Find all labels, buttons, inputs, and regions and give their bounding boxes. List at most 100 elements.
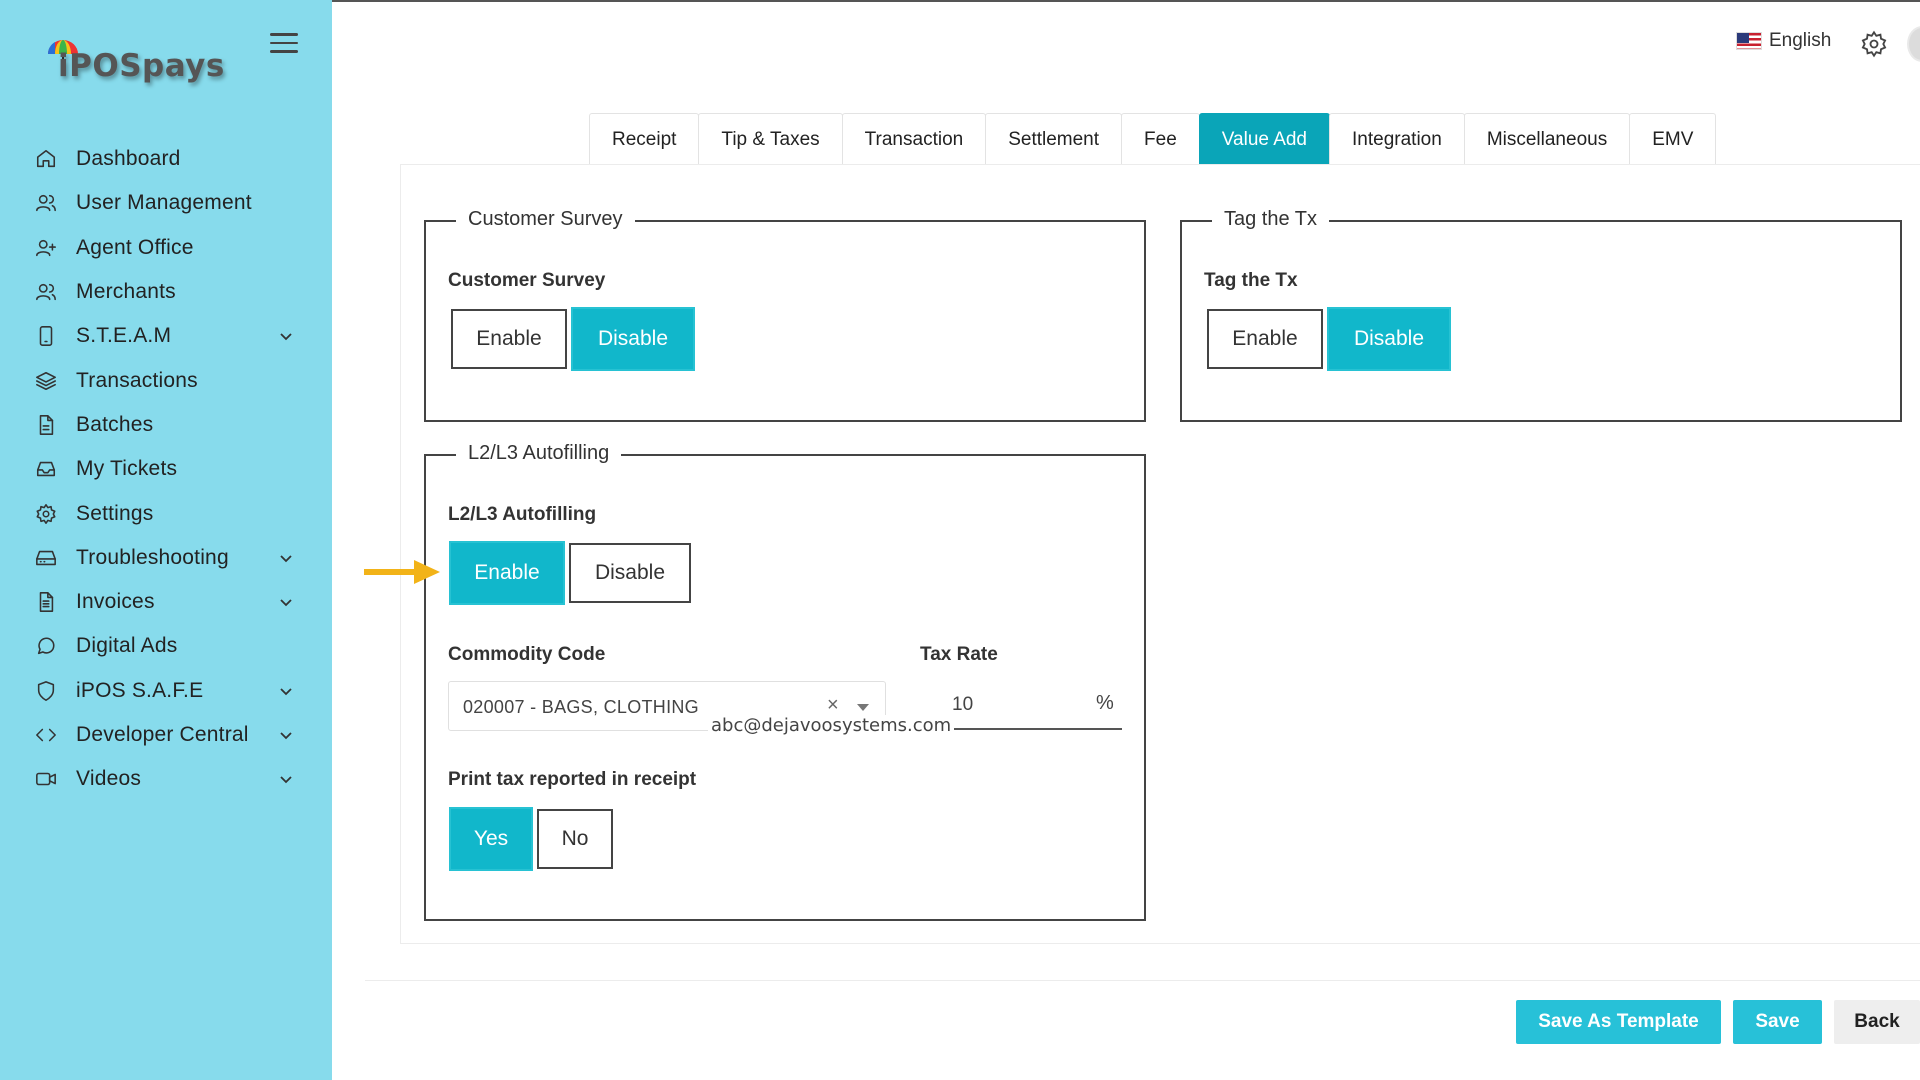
chevron-down-icon[interactable]	[278, 550, 294, 566]
logo-text: iPOSpays	[58, 48, 225, 84]
chevron-down-icon[interactable]	[278, 328, 294, 344]
settings-tabs: Receipt Tip & Taxes Transaction Settleme…	[589, 113, 1717, 165]
tag-the-tx-disable-button[interactable]: Disable	[1329, 309, 1449, 369]
home-icon	[34, 147, 58, 171]
sidebar-item-label: Troubleshooting	[76, 545, 229, 569]
customer-survey-label: Customer Survey	[448, 270, 606, 291]
users-icon	[34, 191, 58, 215]
tab-value-add[interactable]: Value Add	[1198, 113, 1331, 165]
logo[interactable]: iPOSpays	[46, 38, 226, 88]
avatar[interactable]	[1907, 26, 1920, 62]
customer-survey-disable-button[interactable]: Disable	[573, 309, 693, 369]
commodity-code-label: Commodity Code	[448, 644, 606, 665]
sidebar-item-dashboard[interactable]: Dashboard	[0, 137, 332, 181]
layers-icon	[34, 369, 58, 393]
tab-receipt[interactable]: Receipt	[589, 113, 700, 165]
sidebar-item-label: Developer Central	[76, 723, 249, 746]
sidebar-item-developer-central[interactable]: Developer Central	[0, 713, 332, 757]
print-tax-label: Print tax reported in receipt	[448, 769, 697, 790]
settings-gear-icon[interactable]	[1860, 30, 1888, 58]
customer-survey-enable-button[interactable]: Enable	[451, 309, 567, 369]
sidebar-item-batches[interactable]: Batches	[0, 403, 332, 447]
sidebar-item-label: Merchants	[76, 280, 176, 304]
chevron-down-icon[interactable]	[278, 771, 294, 787]
l2l3-autofilling-toggle: Enable Disable	[451, 543, 697, 603]
message-circle-icon	[34, 634, 58, 658]
tab-miscellaneous[interactable]: Miscellaneous	[1463, 113, 1631, 165]
tablet-icon	[34, 324, 58, 348]
sidebar-item-videos[interactable]: Videos	[0, 757, 332, 801]
clear-icon[interactable]: ×	[827, 694, 839, 717]
chevron-down-icon[interactable]	[278, 727, 294, 743]
tab-settlement[interactable]: Settlement	[985, 113, 1123, 165]
section-legend: Tag the Tx	[1212, 208, 1330, 231]
sidebar-item-label: S.T.E.A.M	[76, 324, 172, 348]
tax-rate-value: 10	[952, 694, 974, 715]
section-legend: L2/L3 Autofilling	[456, 442, 622, 465]
user-plus-icon	[34, 236, 58, 260]
email-watermark: abc@dejavoosystems.com	[708, 715, 955, 736]
tag-the-tx-enable-button[interactable]: Enable	[1207, 309, 1323, 369]
tab-transaction[interactable]: Transaction	[841, 113, 987, 165]
sidebar-item-label: Agent Office	[76, 235, 194, 259]
back-button[interactable]: Back	[1834, 1000, 1920, 1044]
users-icon	[34, 280, 58, 304]
sidebar-item-agent-office[interactable]: Agent Office	[0, 226, 332, 270]
tax-rate-label: Tax Rate	[920, 644, 998, 665]
sidebar-nav: Dashboard User Management Agent Office M…	[0, 137, 332, 801]
l2l3-disable-button[interactable]: Disable	[569, 543, 691, 603]
tab-tip-taxes[interactable]: Tip & Taxes	[698, 113, 843, 165]
sidebar-item-invoices[interactable]: Invoices	[0, 580, 332, 624]
sidebar-item-steam[interactable]: S.T.E.A.M	[0, 314, 332, 358]
footer-divider	[365, 980, 1920, 981]
caret-down-icon[interactable]	[857, 704, 869, 711]
sidebar-item-label: Dashboard	[76, 147, 181, 171]
tax-rate-unit: %	[1096, 692, 1114, 714]
sidebar-item-digital-ads[interactable]: Digital Ads	[0, 624, 332, 668]
chevron-down-icon[interactable]	[278, 594, 294, 610]
sidebar-item-ipos-safe[interactable]: iPOS S.A.F.E	[0, 669, 332, 713]
language-label: English	[1769, 30, 1832, 51]
customer-survey-toggle: Enable Disable	[451, 309, 699, 369]
gear-icon	[34, 502, 58, 526]
sidebar-item-my-tickets[interactable]: My Tickets	[0, 447, 332, 491]
l2l3-enable-button[interactable]: Enable	[451, 543, 563, 603]
sidebar-item-settings[interactable]: Settings	[0, 491, 332, 535]
sidebar-item-user-management[interactable]: User Management	[0, 181, 332, 225]
file-icon	[34, 413, 58, 437]
tag-the-tx-toggle: Enable Disable	[1207, 309, 1455, 369]
sidebar-item-label: Digital Ads	[76, 634, 178, 658]
save-button[interactable]: Save	[1733, 1000, 1822, 1044]
sidebar-item-transactions[interactable]: Transactions	[0, 358, 332, 402]
print-tax-toggle: Yes No	[451, 809, 619, 869]
commodity-code-value: 020007 - BAGS, CLOTHING	[463, 697, 699, 717]
sidebar-item-label: My Tickets	[76, 457, 178, 481]
hard-drive-icon	[34, 546, 58, 570]
sidebar-item-merchants[interactable]: Merchants	[0, 270, 332, 314]
save-as-template-button[interactable]: Save As Template	[1516, 1000, 1721, 1044]
tab-emv[interactable]: EMV	[1629, 113, 1717, 165]
chevron-down-icon[interactable]	[278, 683, 294, 699]
language-selector[interactable]: English	[1736, 30, 1831, 52]
tax-rate-input[interactable]: 10 %	[938, 680, 1122, 730]
sidebar-item-label: iPOS S.A.F.E	[76, 678, 204, 702]
print-tax-yes-button[interactable]: Yes	[451, 809, 531, 869]
shield-icon	[34, 679, 58, 703]
file-text-icon	[34, 590, 58, 614]
tag-the-tx-label: Tag the Tx	[1204, 270, 1298, 291]
menu-toggle-icon[interactable]	[270, 33, 298, 55]
tab-integration[interactable]: Integration	[1329, 113, 1465, 165]
section-legend: Customer Survey	[456, 208, 635, 231]
tab-fee[interactable]: Fee	[1121, 113, 1200, 165]
sidebar-item-label: Videos	[76, 767, 142, 791]
print-tax-no-button[interactable]: No	[537, 809, 613, 869]
sidebar: iPOSpays Dashboard User Management Agent…	[0, 0, 332, 1080]
inbox-icon	[34, 457, 58, 481]
sidebar-item-label: Settings	[76, 501, 154, 525]
sidebar-item-label: Transactions	[76, 368, 198, 392]
sidebar-item-label: User Management	[76, 191, 252, 215]
us-flag-icon	[1736, 32, 1762, 50]
sidebar-item-troubleshooting[interactable]: Troubleshooting	[0, 536, 332, 580]
sidebar-item-label: Batches	[76, 412, 154, 436]
arrow-annotation-icon	[364, 560, 440, 584]
